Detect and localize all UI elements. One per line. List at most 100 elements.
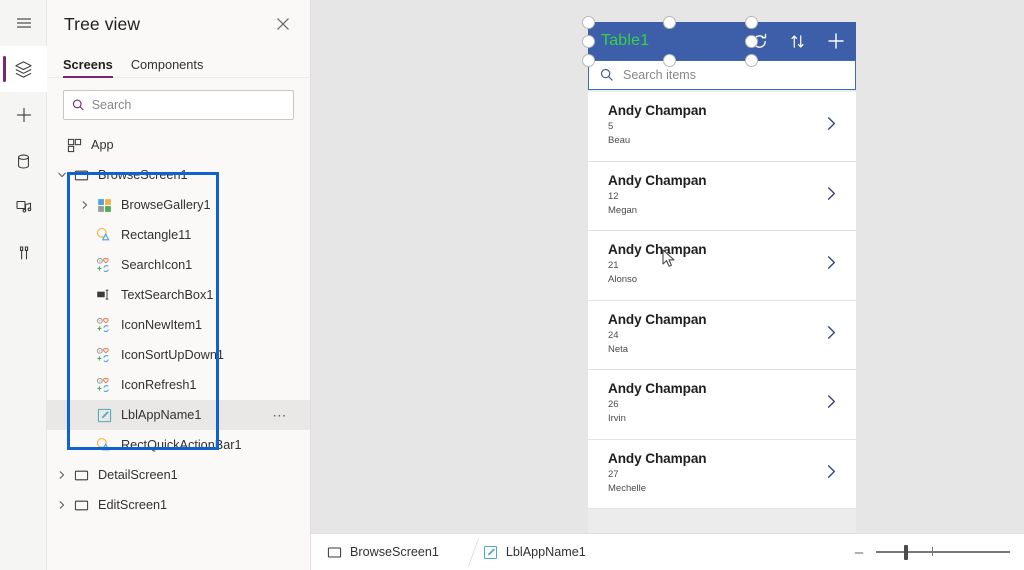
zoom-out-button[interactable]: – [852, 544, 866, 561]
chevron-right-icon[interactable] [54, 470, 70, 480]
search-icon [600, 68, 613, 81]
insert-icon[interactable] [0, 92, 47, 138]
zoom-slider-track [876, 551, 1010, 553]
menu-icon[interactable] [0, 0, 47, 46]
app-canvas[interactable]: Table1 Search items Andy Champan 5 Beau … [311, 0, 1024, 533]
screen-icon [70, 168, 92, 183]
tree-node-label: BrowseGallery1 [121, 198, 211, 212]
tab-components[interactable]: Components [131, 57, 204, 77]
chevron-right-icon[interactable] [823, 324, 840, 346]
resize-handle-w[interactable] [581, 34, 595, 48]
tree-node-detailscreen1[interactable]: DetailScreen1 [47, 460, 310, 490]
resize-handle-ne[interactable] [744, 15, 758, 29]
sort-updown-icon[interactable] [789, 33, 806, 50]
tree-node-label: IconRefresh1 [121, 378, 197, 392]
new-item-icon[interactable] [826, 31, 846, 51]
shape-icon [93, 227, 115, 243]
resize-handle-s[interactable] [662, 53, 676, 67]
tree-search-box[interactable] [63, 90, 294, 120]
label-icon [483, 545, 497, 559]
resize-handle-sw[interactable] [581, 53, 595, 67]
tree-node-rectangle11[interactable]: Rectangle11 [47, 220, 310, 250]
gallery-item[interactable]: Andy Champan 21 Alonso [588, 231, 856, 301]
tree-node-browsescreen1[interactable]: BrowseScreen1 [47, 160, 310, 190]
left-icon-rail [0, 0, 47, 570]
mouse-cursor [662, 249, 678, 274]
chevron-right-icon[interactable] [823, 393, 840, 415]
label-icon [93, 408, 115, 423]
breadcrumb-screen[interactable]: BrowseScreen1 [311, 534, 451, 570]
gallery-item-title: Andy Champan [608, 103, 707, 118]
app-search-placeholder: Search items [623, 68, 696, 82]
close-icon[interactable] [270, 11, 296, 37]
screen-icon [70, 468, 92, 483]
media-icon[interactable] [0, 184, 47, 230]
chevron-right-icon[interactable] [823, 254, 840, 276]
tree-node-iconrefresh1[interactable]: IconRefresh1 [47, 370, 310, 400]
panel-title: Tree view [64, 13, 141, 34]
browse-gallery[interactable]: Andy Champan 5 Beau Andy Champan 12 Megan Andy… [588, 92, 856, 525]
app-search-box[interactable]: Search items [588, 60, 856, 90]
gallery-item-body: Mechelle [608, 482, 647, 494]
search-input[interactable] [91, 98, 285, 112]
tree-node-editscreen1[interactable]: EditScreen1 [47, 490, 310, 520]
gallery-item-body: Megan [608, 204, 638, 216]
tree-view-icon[interactable] [0, 46, 47, 92]
app-header-icons [750, 22, 846, 60]
advanced-tools-icon[interactable] [0, 230, 47, 276]
screen-icon [70, 498, 92, 513]
gallery-item-subtitle: 21 [608, 260, 619, 271]
gallery-item-subtitle: 5 [608, 121, 614, 132]
chevron-right-icon[interactable] [54, 500, 70, 510]
gallery-item[interactable]: Andy Champan 5 Beau [588, 92, 856, 162]
gallery-item[interactable]: Andy Champan 12 Megan [588, 161, 856, 231]
chevron-right-icon[interactable] [823, 463, 840, 485]
gallery-item-body: Neta [608, 343, 629, 355]
tree-node-textsearchbox1[interactable]: TextSearchBox1 [47, 280, 310, 310]
tree-node-label: SearchIcon1 [121, 258, 193, 272]
tree-node-browsegallery1[interactable]: BrowseGallery1 [47, 190, 310, 220]
tree-node-iconsortupdown1[interactable]: IconSortUpDown1 [47, 340, 310, 370]
tree-view-header: Tree view [47, 0, 310, 48]
app-title-label[interactable]: Table1 [601, 32, 649, 50]
tree-view-panel: Tree view Screens Components Search App … [47, 0, 311, 570]
tree-node-label: Rectangle11 [121, 228, 192, 242]
data-icon[interactable] [0, 138, 47, 184]
tree-node-app-label: App [91, 138, 114, 152]
chevron-right-icon[interactable] [77, 200, 93, 210]
resize-handle-e[interactable] [744, 34, 758, 48]
breadcrumb-screen-label: BrowseScreen1 [350, 545, 439, 559]
tree-node-label: IconNewItem1 [121, 318, 203, 332]
breadcrumb-control[interactable]: LblAppName1 [467, 534, 598, 570]
chevron-right-icon[interactable] [823, 185, 840, 207]
app-preview-screen: Table1 Search items Andy Champan 5 Beau … [588, 22, 856, 533]
resize-handle-n[interactable] [662, 15, 676, 29]
app-header-bar[interactable]: Table1 [588, 22, 856, 60]
gallery-item[interactable]: Andy Champan 27 Mechelle [588, 439, 856, 509]
resize-handle-nw[interactable] [581, 15, 595, 29]
more-options-icon[interactable]: ⋯ [272, 407, 288, 424]
chevron-down-icon[interactable] [54, 170, 70, 180]
gallery-item-subtitle: 12 [608, 190, 619, 202]
gallery-item-subtitle: 27 [608, 468, 619, 480]
tree-node-label: LblAppName1 [121, 408, 202, 422]
zoom-slider[interactable] [876, 544, 1010, 560]
tab-screens[interactable]: Screens [63, 57, 113, 78]
chevron-right-icon[interactable] [823, 115, 840, 137]
resize-handle-se[interactable] [744, 53, 758, 67]
gallery-item[interactable]: Andy Champan 24 Neta [588, 300, 856, 370]
tree-node-label: IconSortUpDown1 [121, 348, 224, 362]
gallery-item-title: Andy Champan [608, 172, 707, 188]
tree-node-app[interactable]: App [47, 130, 310, 160]
tree-node-lblappname1[interactable]: LblAppName1 ⋯ [47, 400, 310, 430]
gallery-item-body: Alonso [608, 274, 638, 285]
tree-node-iconnewitem1[interactable]: IconNewItem1 [47, 310, 310, 340]
tree-node-list: BrowseScreen1 BrowseGallery1 Rectangle11 Se… [47, 160, 310, 520]
gallery-item[interactable]: Andy Champan 26 Irvin [588, 370, 856, 440]
status-bar: BrowseScreen1 LblAppName1 – [311, 533, 1024, 570]
tree-view-tabs: Screens Components [47, 48, 310, 78]
tree-node-searchicon1[interactable]: SearchIcon1 [47, 250, 310, 280]
tree-node-rectquickactionbar1[interactable]: RectQuickActionBar1 [47, 430, 310, 460]
zoom-slider-handle[interactable] [904, 545, 908, 560]
app-icon [63, 138, 85, 153]
